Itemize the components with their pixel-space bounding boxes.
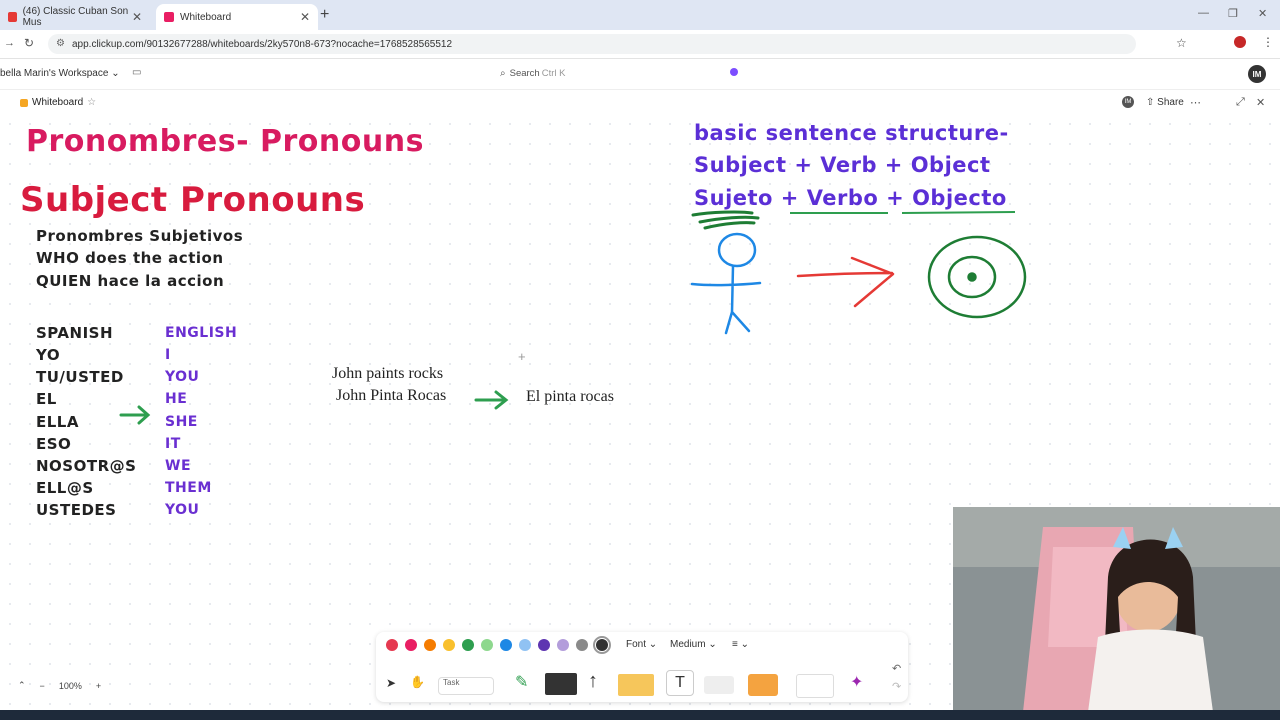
color-swatch-yellow[interactable] — [443, 639, 455, 651]
webcam-overlay — [953, 507, 1280, 712]
green-arrow-drawing[interactable] — [474, 390, 509, 410]
pen-icon[interactable]: ✎ — [515, 672, 528, 692]
chevron-down-icon: ⌄ — [111, 68, 120, 79]
page-title: Whiteboard — [32, 97, 84, 108]
url-text: app.clickup.com/90132677288/whiteboards/… — [72, 38, 453, 50]
color-swatch-gray[interactable] — [576, 639, 588, 651]
workspace-switcher[interactable]: bella Marin's Workspace ⌄ — [0, 68, 120, 79]
search-placeholder: Search — [509, 67, 540, 79]
font-label: Font — [626, 639, 647, 650]
size-select[interactable]: Medium ⌄ — [670, 639, 717, 650]
share-label: Share — [1157, 97, 1184, 108]
align-select[interactable]: ≡ ⌄ — [732, 639, 749, 650]
restore-icon[interactable]: ❐ — [1228, 7, 1238, 20]
clickup-icon — [164, 12, 174, 22]
sticky-note-icon[interactable] — [618, 674, 654, 696]
font-select[interactable]: Font ⌄ — [626, 639, 657, 650]
search-shortcut: Ctrl K — [541, 67, 566, 79]
undo-icon[interactable]: ↶ — [892, 662, 901, 675]
reload-icon[interactable]: ↻ — [24, 36, 34, 50]
browser-tab-whiteboard[interactable]: Whiteboard ✕ — [156, 4, 318, 30]
workspace-name: bella Marin's Workspace — [0, 68, 109, 79]
arrow-tool-icon[interactable]: ↑ — [588, 670, 598, 693]
avatar[interactable]: IM — [1248, 65, 1266, 83]
color-swatch-purple[interactable] — [538, 639, 550, 651]
close-panel-icon[interactable]: ✕ — [1256, 96, 1265, 109]
bookmark-star-icon[interactable]: ☆ — [1176, 36, 1187, 50]
zoom-in-button[interactable]: + — [96, 681, 101, 691]
search-icon: ⌕ — [500, 67, 506, 79]
more-tools-icon[interactable]: ✦ — [850, 672, 863, 692]
ai-icon[interactable] — [730, 68, 738, 76]
share-icon: ⇧ — [1146, 97, 1158, 108]
tab-label: (46) Classic Cuban Son Mus — [22, 6, 129, 28]
more-options-icon[interactable]: ⋯ — [1190, 96, 1201, 109]
site-info-icon[interactable]: ⚙ — [56, 38, 65, 49]
zoom-out-button[interactable]: − — [40, 681, 45, 691]
color-swatch-red[interactable] — [386, 639, 398, 651]
youtube-icon — [8, 12, 17, 22]
color-swatch-blue[interactable] — [500, 639, 512, 651]
select-cursor-icon[interactable]: ➤ — [386, 676, 396, 690]
color-swatch-orange[interactable] — [424, 639, 436, 651]
close-icon[interactable]: ✕ — [132, 10, 142, 24]
color-swatch-green[interactable] — [462, 639, 474, 651]
task-tool[interactable]: Task — [438, 677, 494, 695]
size-label: Medium — [670, 639, 706, 650]
target-circles-drawing[interactable] — [927, 235, 1027, 319]
text-tool-icon[interactable]: T — [666, 670, 694, 696]
expand-icon[interactable]: ⤢ — [1236, 96, 1245, 109]
color-swatch-light-blue[interactable] — [519, 639, 531, 651]
color-swatch-black[interactable] — [593, 636, 611, 654]
favorite-star-icon[interactable]: ☆ — [87, 97, 96, 108]
search-input[interactable]: ⌕ Search Ctrl K — [500, 64, 750, 82]
window-close-icon[interactable]: ✕ — [1258, 7, 1267, 20]
embed-tool-icon[interactable] — [704, 676, 734, 694]
object-underline-drawing[interactable] — [901, 211, 1016, 214]
profile-icon[interactable] — [1234, 36, 1246, 48]
whiteboard-breadcrumb[interactable]: Whiteboard ☆ — [20, 97, 96, 108]
mindmap-tool-icon[interactable] — [796, 674, 834, 698]
close-icon[interactable]: ✕ — [300, 10, 310, 24]
collapse-icon[interactable]: ⌃ — [18, 680, 26, 691]
task-label: Task — [443, 678, 460, 687]
menu-kebab-icon[interactable]: ⋮ — [1262, 35, 1274, 49]
image-tool-icon[interactable] — [748, 674, 778, 696]
os-taskbar — [0, 710, 1280, 720]
zoom-control: ⌃ − 100% + — [18, 680, 101, 691]
zoom-level[interactable]: 100% — [59, 681, 82, 691]
browser-tab-youtube[interactable]: (46) Classic Cuban Son Mus ✕ — [0, 4, 150, 30]
redo-icon[interactable]: ↷ — [892, 680, 901, 693]
webcam-video-image — [953, 507, 1280, 712]
shape-tool-icon[interactable] — [545, 673, 577, 695]
color-swatch-lavender[interactable] — [557, 639, 569, 651]
tab-label: Whiteboard — [180, 11, 232, 23]
color-swatch-pink[interactable] — [405, 639, 417, 651]
new-tab-button[interactable]: + — [320, 6, 329, 24]
green-arrow-drawing[interactable] — [119, 405, 151, 425]
subject-underline-drawing[interactable] — [691, 210, 760, 230]
whiteboard-icon — [20, 98, 28, 107]
calendar-icon[interactable]: ▭ — [132, 67, 141, 78]
url-input[interactable]: app.clickup.com/90132677288/whiteboards/… — [48, 34, 1136, 54]
forward-icon[interactable]: → — [4, 37, 15, 49]
hand-icon[interactable]: ✋ — [410, 675, 425, 689]
minimize-icon[interactable]: — — [1198, 7, 1209, 19]
collaborator-avatar[interactable]: IM — [1122, 96, 1134, 108]
red-arrow-drawing[interactable] — [796, 256, 895, 308]
color-swatch-light-green[interactable] — [481, 639, 493, 651]
share-button[interactable]: ⇧ Share — [1146, 97, 1184, 108]
stick-figure-drawing[interactable] — [690, 232, 762, 335]
